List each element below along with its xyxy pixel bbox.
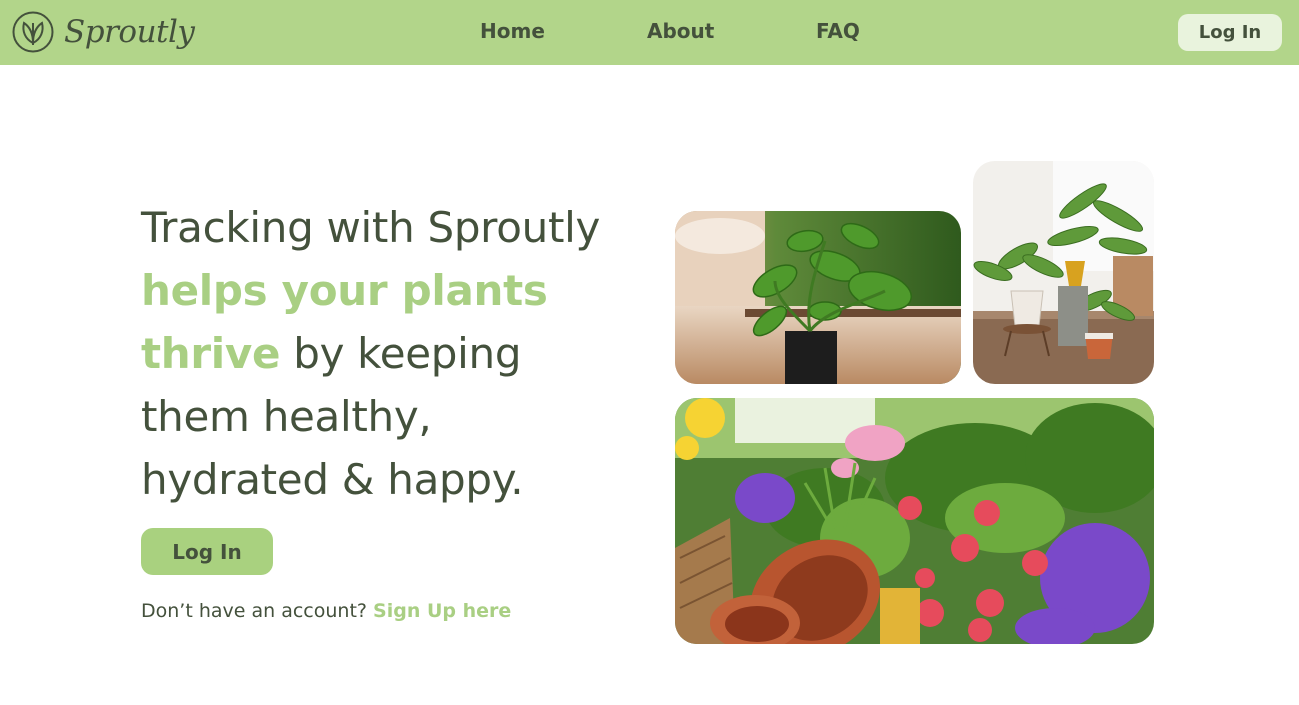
- nav-faq-link[interactable]: FAQ: [816, 19, 860, 43]
- sprout-leaf-icon: [12, 11, 54, 53]
- nav-about-link[interactable]: About: [647, 19, 714, 43]
- hero-headline: Tracking with Sproutly helps your plants…: [141, 196, 641, 511]
- hero-line-5: hydrated & happy.: [141, 455, 524, 504]
- hero-line-1: Tracking with Sproutly: [141, 203, 601, 252]
- nav-home-link[interactable]: Home: [480, 19, 545, 43]
- pothos-plant-photo: [675, 211, 961, 384]
- top-navbar: Sproutly Home About FAQ Log In: [0, 0, 1299, 65]
- hero-highlight-1: helps your plants: [141, 266, 548, 315]
- hero-login-button[interactable]: Log In: [141, 528, 273, 575]
- hero-line-4: them healthy,: [141, 392, 432, 441]
- nav-login-button[interactable]: Log In: [1178, 14, 1282, 51]
- hero-line-3-rest: by keeping: [280, 329, 522, 378]
- hero-highlight-2: thrive: [141, 329, 281, 378]
- signup-prompt: Don’t have an account? Sign Up here: [141, 600, 511, 622]
- flowers-and-pots-photo: [675, 398, 1154, 644]
- brand-name: Sproutly: [64, 14, 195, 50]
- signup-prompt-text: Don’t have an account?: [141, 600, 374, 622]
- indoor-plants-photo: [973, 161, 1154, 384]
- signup-link[interactable]: Sign Up here: [373, 600, 511, 622]
- brand-logo[interactable]: Sproutly: [12, 8, 195, 56]
